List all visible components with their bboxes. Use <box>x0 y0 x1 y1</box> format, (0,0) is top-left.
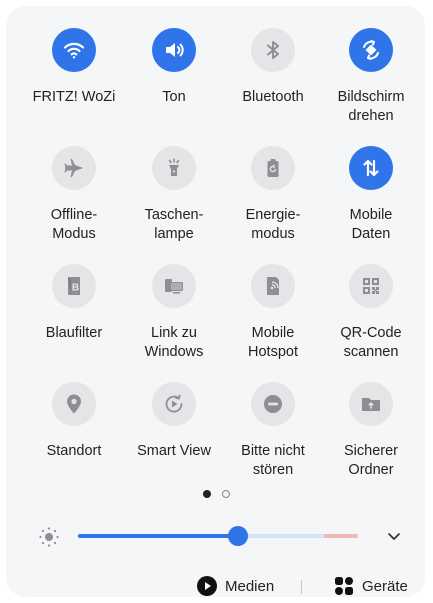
tile-label: Smart View <box>137 443 211 459</box>
hotspot-icon[interactable] <box>251 264 295 308</box>
blue-light-filter-icon[interactable]: B <box>52 264 96 308</box>
auto-rotate-icon[interactable] <box>349 28 393 72</box>
tile-wifi[interactable]: FRITZ! WoZi <box>24 28 124 107</box>
sound-icon[interactable] <box>152 28 196 72</box>
secure-folder-icon[interactable] <box>349 382 393 426</box>
location-icon[interactable] <box>52 382 96 426</box>
tile-label: QR-Code scannen <box>340 325 402 360</box>
brightness-slider-fill <box>78 534 238 538</box>
tile-secure-folder[interactable]: Sicherer Ordner <box>321 382 421 480</box>
brightness-slider-thumb[interactable] <box>227 526 248 546</box>
tile-label: Ton <box>162 89 186 105</box>
tile-qr-code[interactable]: QR-Code scannen <box>321 264 421 362</box>
mobile-data-icon[interactable] <box>349 146 393 190</box>
tile-sound[interactable]: Ton <box>124 28 224 107</box>
smart-view-icon[interactable] <box>152 382 196 426</box>
tile-power-saving[interactable]: Energie- modus <box>223 146 323 244</box>
tile-bluetooth[interactable]: Bluetooth <box>223 28 323 107</box>
play-icon <box>197 576 217 596</box>
footer-divider <box>301 580 302 594</box>
media-label: Medien <box>225 577 275 595</box>
flashlight-icon[interactable] <box>152 146 196 190</box>
page-dot-1[interactable] <box>203 490 211 498</box>
devices-label: Geräte <box>362 577 408 595</box>
devices-icon <box>335 577 353 595</box>
tile-auto-rotate[interactable]: Bildschirm drehen <box>321 28 421 126</box>
tile-blue-light-filter[interactable]: B Blaufilter <box>24 264 124 343</box>
bluetooth-icon[interactable] <box>251 28 295 72</box>
tile-label: Offline- Modus <box>50 207 98 242</box>
qr-code-icon[interactable] <box>349 264 393 308</box>
tile-mobile-data[interactable]: Mobile Daten <box>321 146 421 244</box>
brightness-slider-track[interactable] <box>78 534 358 538</box>
tile-label: Standort <box>46 443 102 459</box>
power-saving-icon[interactable] <box>251 146 295 190</box>
tile-label: Sicherer Ordner <box>344 443 398 478</box>
tile-smart-view[interactable]: Smart View <box>124 382 224 461</box>
brightness-icon <box>39 527 59 547</box>
page-indicator <box>0 490 433 498</box>
link-to-windows-icon[interactable] <box>152 264 196 308</box>
devices-button[interactable]: Geräte <box>334 576 408 596</box>
tile-label: Bluetooth <box>242 89 304 105</box>
page-dot-2[interactable] <box>222 490 230 498</box>
svg-text:B: B <box>72 283 79 294</box>
tile-label: Bitte nicht stören <box>241 443 305 478</box>
footer-bar: Medien Geräte <box>0 576 433 596</box>
brightness-slider-end <box>324 534 358 538</box>
tile-do-not-disturb[interactable]: Bitte nicht stören <box>223 382 323 480</box>
tile-label: Bildschirm drehen <box>337 89 405 124</box>
brightness-control <box>0 522 433 552</box>
airplane-icon[interactable] <box>52 146 96 190</box>
tile-link-to-windows[interactable]: Link zu Windows <box>124 264 224 362</box>
do-not-disturb-icon[interactable] <box>251 382 295 426</box>
tile-label: Link zu Windows <box>144 325 204 360</box>
tile-label: Blaufilter <box>45 325 103 341</box>
tile-hotspot[interactable]: Mobile Hotspot <box>223 264 323 362</box>
tile-label: Energie- modus <box>245 207 301 242</box>
tile-airplane[interactable]: Offline- Modus <box>24 146 124 244</box>
tile-label: Mobile Daten <box>349 207 393 242</box>
tile-location[interactable]: Standort <box>24 382 124 461</box>
tile-label: Mobile Hotspot <box>248 325 298 360</box>
tile-label: FRITZ! WoZi <box>32 89 116 105</box>
tile-label: Taschen- lampe <box>144 207 204 242</box>
chevron-down-icon[interactable] <box>386 528 402 544</box>
media-button[interactable]: Medien <box>197 576 274 596</box>
tile-flashlight[interactable]: Taschen- lampe <box>124 146 224 244</box>
wifi-icon[interactable] <box>52 28 96 72</box>
